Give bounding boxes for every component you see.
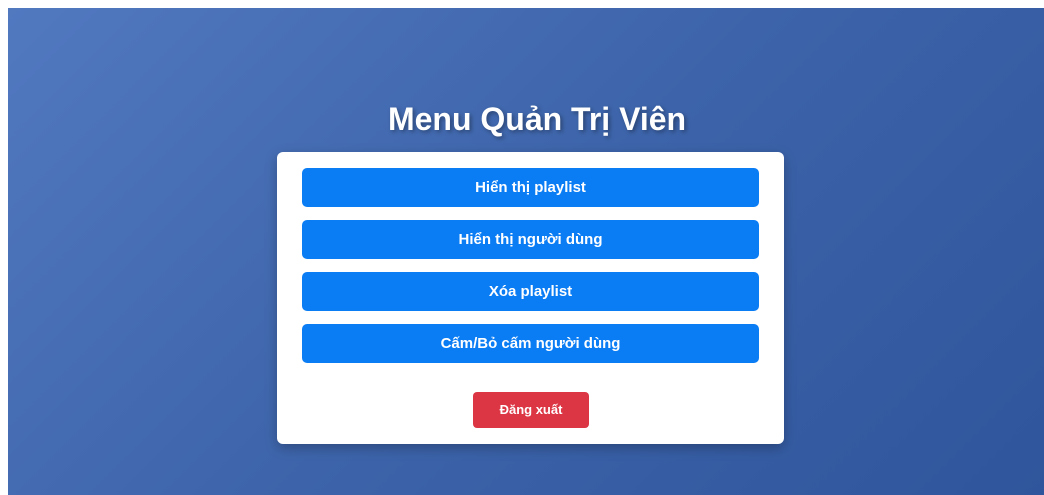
logout-button[interactable]: Đăng xuất xyxy=(473,392,589,428)
ban-unban-user-button[interactable]: Cấm/Bỏ cấm người dùng xyxy=(302,324,759,363)
show-users-button[interactable]: Hiển thị người dùng xyxy=(302,220,759,259)
page-title: Menu Quản Trị Viên xyxy=(387,101,687,137)
admin-menu-card: Hiển thị playlist Hiển thị người dùng Xó… xyxy=(277,152,784,444)
admin-page: Menu Quản Trị Viên Hiển thị playlist Hiể… xyxy=(8,8,1044,495)
delete-playlist-button[interactable]: Xóa playlist xyxy=(302,272,759,311)
show-playlist-button[interactable]: Hiển thị playlist xyxy=(302,168,759,207)
